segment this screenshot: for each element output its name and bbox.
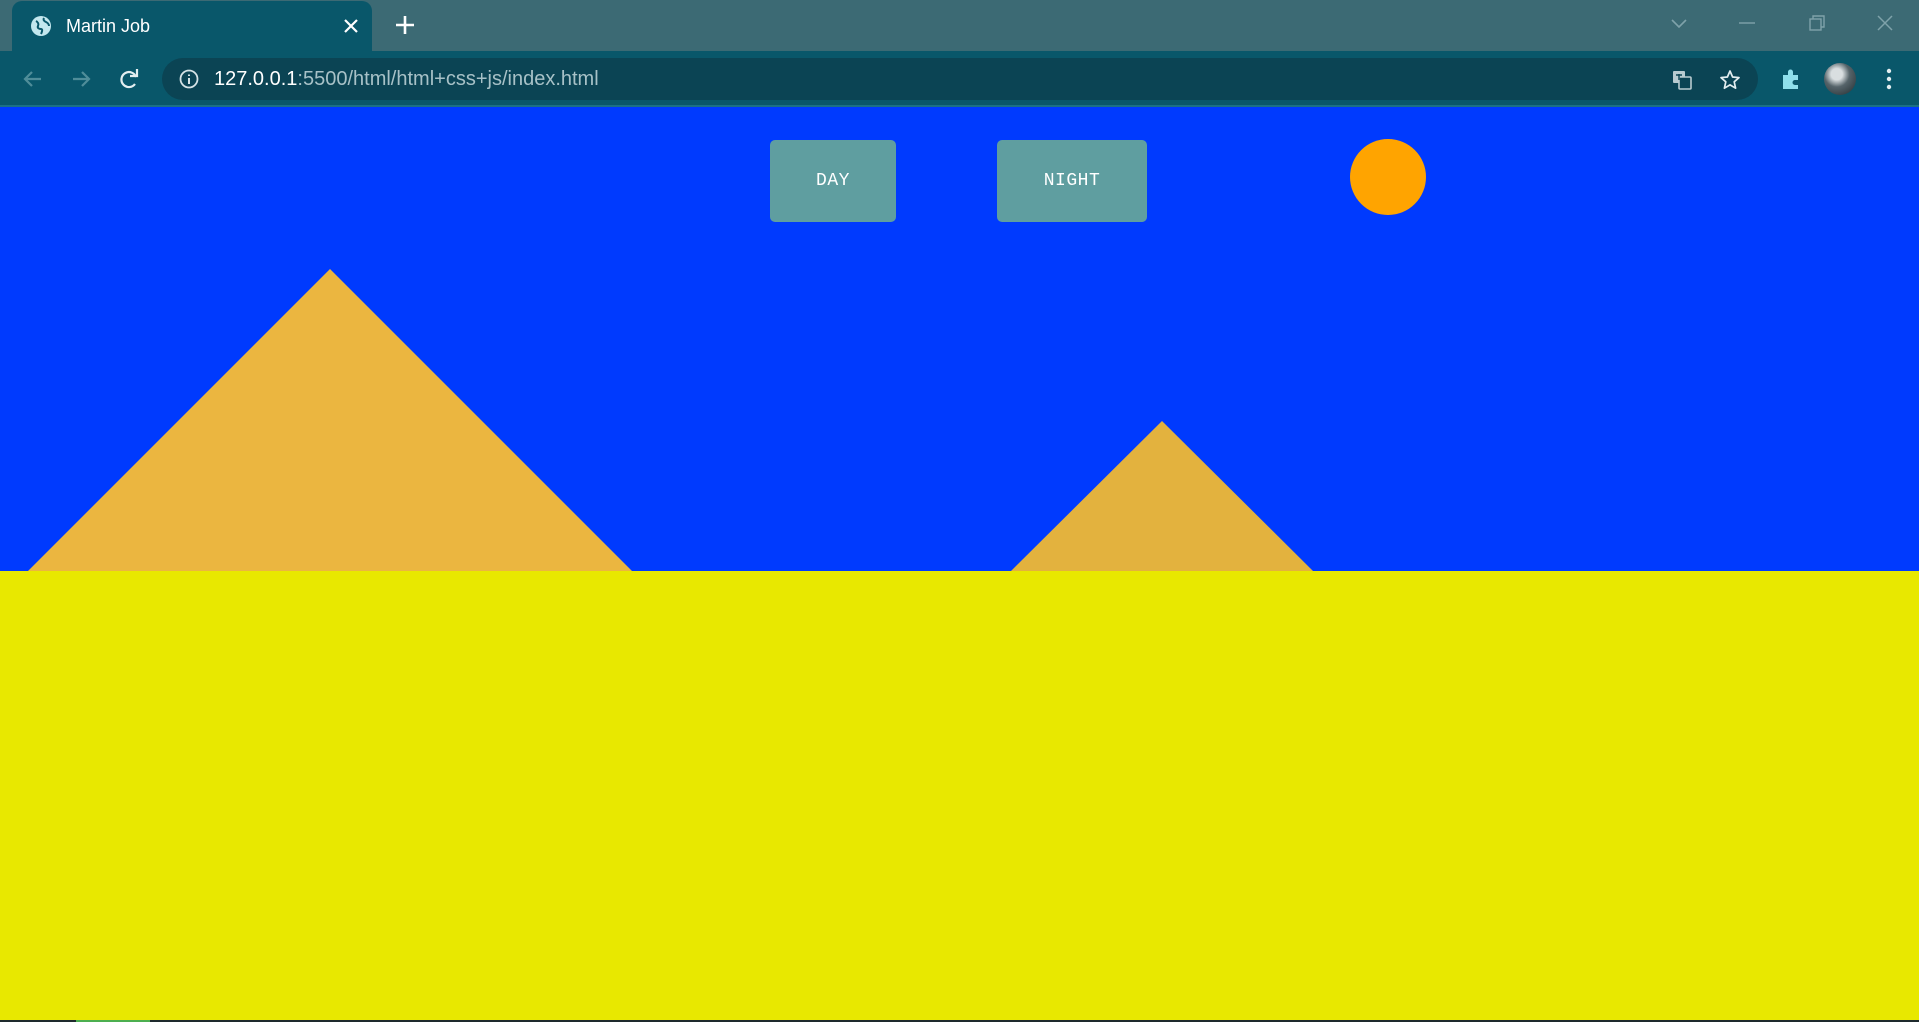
tab-search-icon[interactable] bbox=[1668, 12, 1690, 34]
tab-title: Martin Job bbox=[66, 16, 151, 36]
extensions-icon[interactable] bbox=[1777, 65, 1805, 93]
restore-icon[interactable] bbox=[1806, 12, 1828, 34]
page-viewport: DAY NIGHT bbox=[0, 107, 1919, 1022]
address-bar[interactable]: 127.0.0.1:5500/html/html+css+js/index.ht… bbox=[162, 58, 1758, 100]
close-tab-icon[interactable] bbox=[340, 15, 362, 37]
desert-sand bbox=[0, 571, 1919, 1022]
browser-tab-bar: Martin Job bbox=[0, 0, 1919, 51]
globe-icon bbox=[31, 16, 51, 36]
browser-toolbar: 127.0.0.1:5500/html/html+css+js/index.ht… bbox=[0, 51, 1919, 106]
minimize-icon[interactable] bbox=[1736, 12, 1758, 34]
new-tab-icon[interactable] bbox=[392, 12, 418, 38]
profile-avatar[interactable] bbox=[1824, 63, 1856, 95]
reload-icon[interactable] bbox=[115, 65, 143, 93]
close-window-icon[interactable] bbox=[1874, 12, 1896, 34]
url-text[interactable]: 127.0.0.1:5500/html/html+css+js/index.ht… bbox=[214, 68, 599, 90]
day-button[interactable]: DAY bbox=[770, 140, 896, 222]
night-button[interactable]: NIGHT bbox=[997, 140, 1147, 222]
back-icon[interactable] bbox=[19, 65, 47, 93]
browser-tab-active[interactable]: Martin Job bbox=[12, 1, 372, 51]
url-host: 127.0.0.1 bbox=[214, 68, 298, 90]
bookmark-star-icon[interactable] bbox=[1718, 68, 1742, 92]
sun bbox=[1350, 139, 1426, 215]
translate-icon[interactable] bbox=[1670, 68, 1694, 92]
site-info-icon[interactable] bbox=[178, 68, 200, 90]
url-path: :5500/html/html+css+js/index.html bbox=[297, 68, 599, 90]
menu-kebab-icon[interactable] bbox=[1875, 65, 1903, 93]
forward-icon[interactable] bbox=[67, 65, 95, 93]
